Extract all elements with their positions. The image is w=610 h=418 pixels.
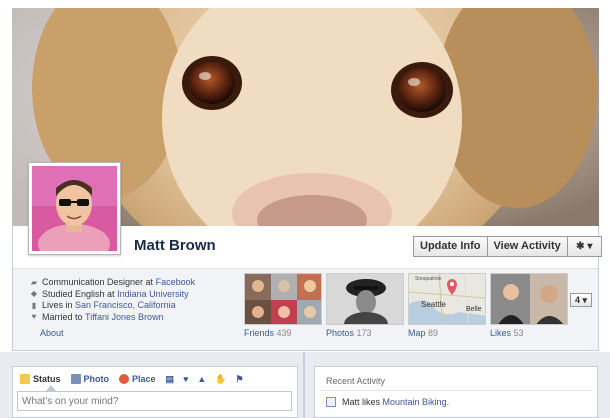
info-link[interactable]: Tiffani Jones Brown [85, 312, 164, 323]
house-icon: ▮ [31, 300, 37, 310]
map-city-label: Seattle [421, 300, 446, 309]
photos-tile[interactable] [326, 273, 404, 325]
info-text: Lives in [42, 300, 73, 310]
status-input[interactable] [17, 391, 292, 411]
likes-tile[interactable] [490, 273, 568, 325]
photos-label[interactable]: Photos 173 [326, 328, 372, 338]
photo-icon [70, 374, 81, 384]
settings-gear-button[interactable]: ✱ ▾ [567, 236, 602, 257]
briefcase-icon: ▰ [30, 277, 38, 287]
hand-event-icon[interactable]: ✋ [215, 374, 226, 385]
friends-tile[interactable] [244, 273, 322, 325]
info-item-education: ◆ Studied English at Indiana University [30, 289, 195, 300]
info-item-work: ▰ Communication Designer at Facebook [30, 277, 195, 288]
composer-tabs: Status Photo Place ▤ ♥ ▲ ✋ ⚑ [20, 372, 253, 386]
info-link[interactable]: Facebook [156, 277, 196, 288]
heart-icon: ♥ [31, 312, 37, 321]
life-event-icon[interactable]: ▤ [166, 374, 175, 385]
map-tile[interactable]: Seattle Belle Snoqualmie [408, 273, 486, 325]
info-link[interactable]: San Francisco, California [75, 300, 176, 311]
place-icon [119, 374, 130, 384]
info-text: Studied English at [42, 288, 115, 299]
profile-actions: Update Info View Activity ✱ ▾ [413, 236, 602, 257]
recent-activity-box [314, 366, 598, 418]
map-label[interactable]: Map 89 [408, 328, 438, 338]
divider [320, 390, 592, 391]
recent-activity-title: Recent Activity [326, 376, 386, 386]
activity-link[interactable]: Mountain Biking. [383, 397, 450, 407]
profile-picture[interactable] [28, 162, 121, 255]
profile-info-list: ▰ Communication Designer at Facebook ◆ S… [30, 277, 195, 323]
map-city-label-2: Belle [466, 306, 482, 313]
flag-event-icon[interactable]: ⚑ [236, 374, 244, 385]
view-activity-button[interactable]: View Activity [487, 236, 568, 257]
tab-photo[interactable]: Photo [70, 374, 109, 384]
update-info-button[interactable]: Update Info [413, 236, 488, 257]
likes-label[interactable]: Likes 53 [490, 328, 524, 338]
more-sections-button[interactable]: 4 ▾ [570, 293, 592, 307]
timeline-spine [303, 352, 305, 418]
info-item-location: ▮ Lives in San Francisco, California [30, 300, 195, 311]
about-link[interactable]: About [40, 328, 64, 338]
status-icon [20, 374, 30, 384]
info-item-relationship: ♥ Married to Tiffani Jones Brown [30, 312, 195, 323]
map-top-label: Snoqualmie [415, 276, 442, 282]
tab-status[interactable]: Status [20, 374, 61, 384]
heart-event-icon[interactable]: ♥ [183, 374, 188, 384]
friends-label[interactable]: Friends 439 [244, 328, 292, 338]
home-event-icon[interactable]: ▲ [197, 374, 206, 384]
info-link[interactable]: Indiana University [117, 289, 189, 300]
profile-name[interactable]: Matt Brown [134, 237, 216, 254]
graduation-cap-icon: ◆ [30, 289, 38, 298]
info-text: Communication Designer at [42, 277, 154, 287]
like-page-icon [326, 397, 336, 407]
activity-item: Matt likes Mountain Biking. [326, 397, 449, 407]
info-text: Married to [42, 311, 83, 322]
tab-place[interactable]: Place [119, 374, 156, 384]
